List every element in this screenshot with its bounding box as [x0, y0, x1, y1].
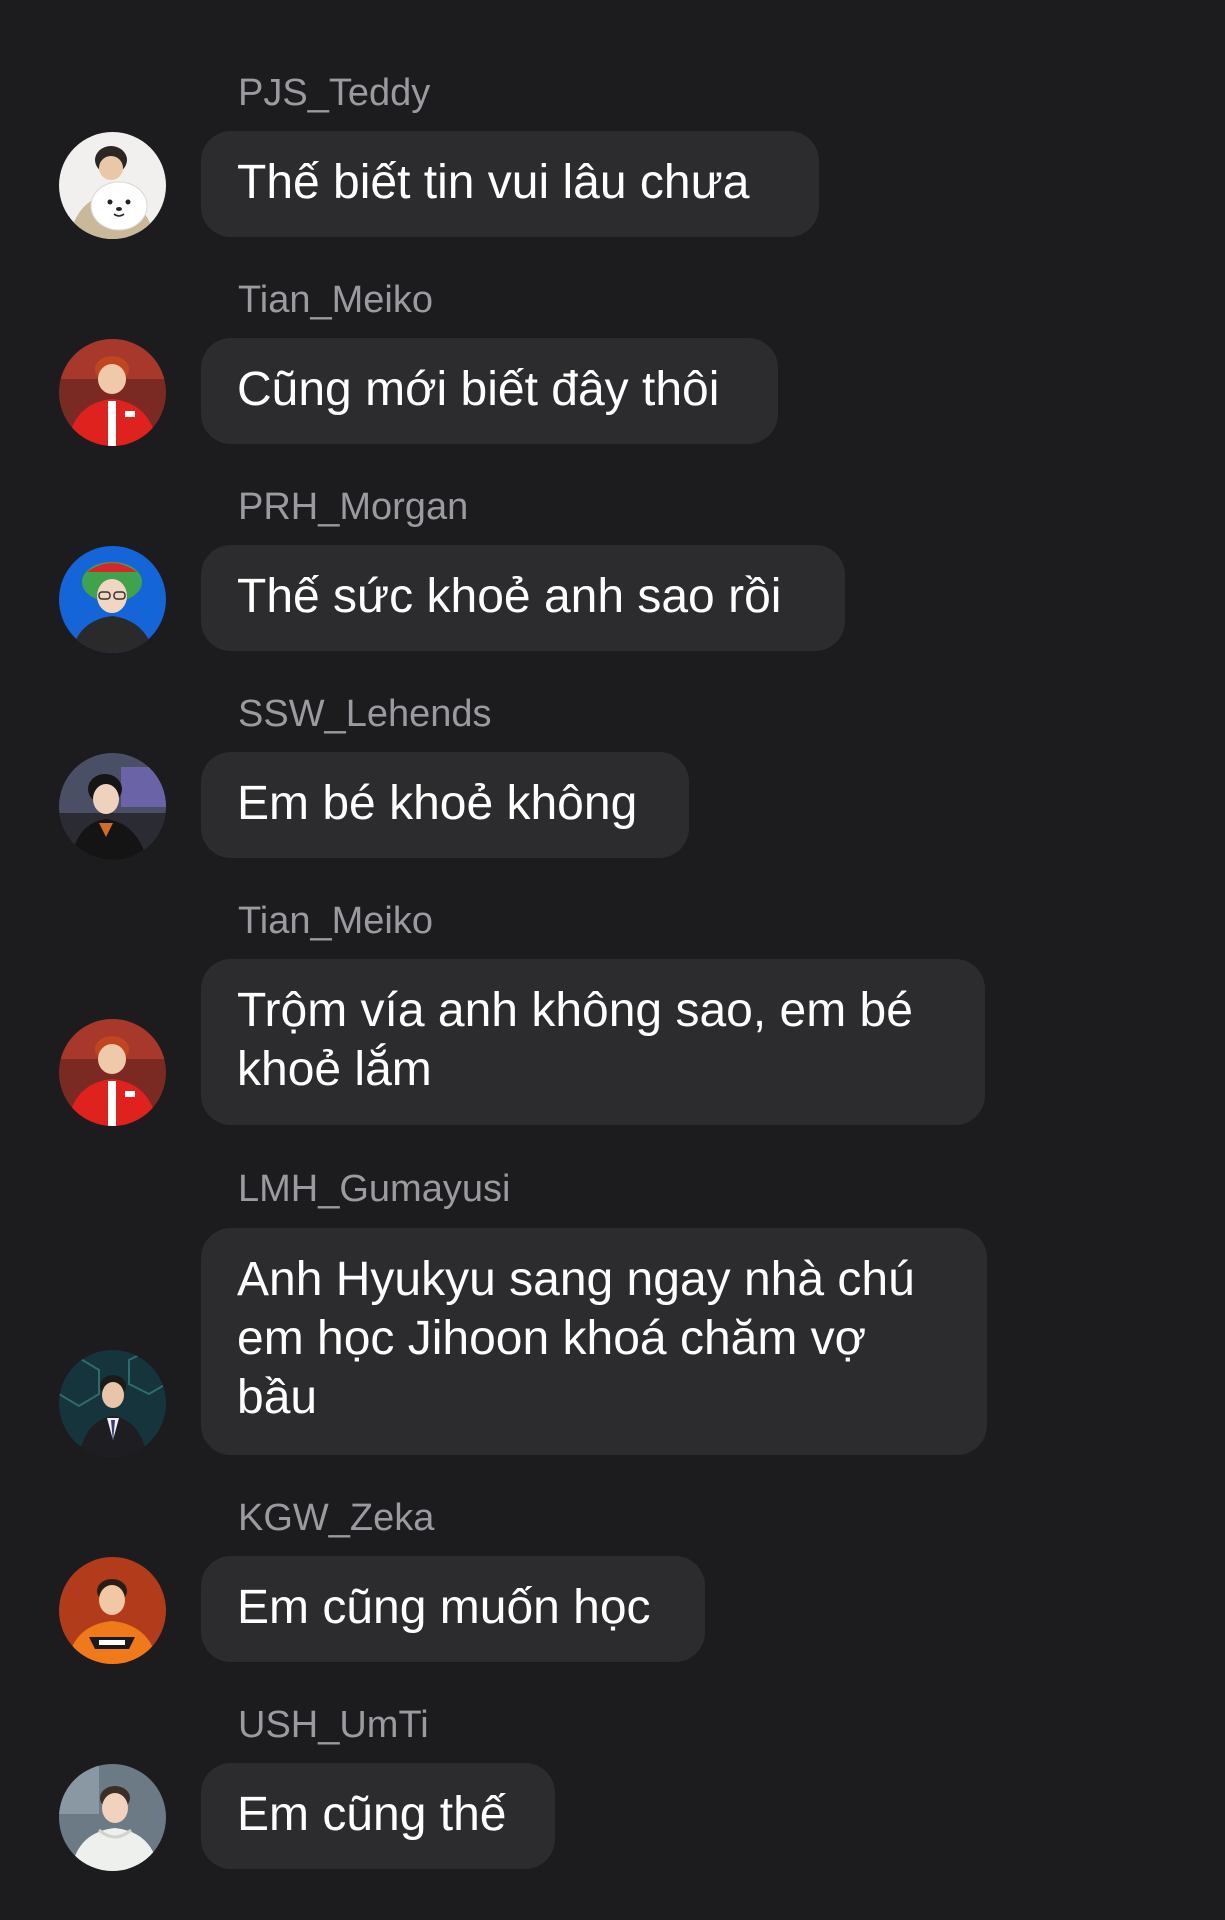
person-red-jersey-avatar[interactable] — [59, 339, 166, 446]
message-bubble[interactable]: Em cũng thế — [201, 1763, 555, 1869]
sender-name: Tian_Meiko — [238, 900, 434, 942]
chat-thread: PJS_Teddy Thế biết tin vui lâu chưa Tian… — [0, 0, 1225, 1920]
sender-name: KGW_Zeka — [238, 1497, 435, 1539]
message-bubble[interactable]: Anh Hyukyu sang ngay nhà chú em học Jiho… — [201, 1228, 987, 1455]
sender-name: Tian_Meiko — [238, 279, 434, 321]
message-bubble[interactable]: Thế biết tin vui lâu chưa — [201, 131, 819, 237]
person-white-hoodie-avatar[interactable] — [59, 1764, 166, 1871]
message-bubble[interactable]: Thế sức khoẻ anh sao rồi — [201, 545, 845, 651]
person-holding-plush-avatar[interactable] — [59, 132, 166, 239]
sender-name: SSW_Lehends — [238, 693, 492, 735]
message-bubble[interactable]: Em bé khoẻ không — [201, 752, 689, 858]
message-bubble[interactable]: Trộm vía anh không sao, em bé khoẻ lắm — [201, 959, 985, 1125]
sender-name: USH_UmTi — [238, 1704, 429, 1746]
person-dark-jacket-avatar[interactable] — [59, 753, 166, 860]
sender-name: PRH_Morgan — [238, 486, 469, 528]
person-green-hat-avatar[interactable] — [59, 546, 166, 653]
message-bubble[interactable]: Em cũng muốn học — [201, 1556, 705, 1662]
person-red-jersey-avatar[interactable] — [59, 1019, 166, 1126]
person-orange-jersey-avatar[interactable] — [59, 1557, 166, 1664]
sender-name: PJS_Teddy — [238, 72, 431, 114]
message-bubble[interactable]: Cũng mới biết đây thôi — [201, 338, 778, 444]
person-suit-avatar[interactable] — [59, 1350, 166, 1457]
sender-name: LMH_Gumayusi — [238, 1168, 511, 1210]
